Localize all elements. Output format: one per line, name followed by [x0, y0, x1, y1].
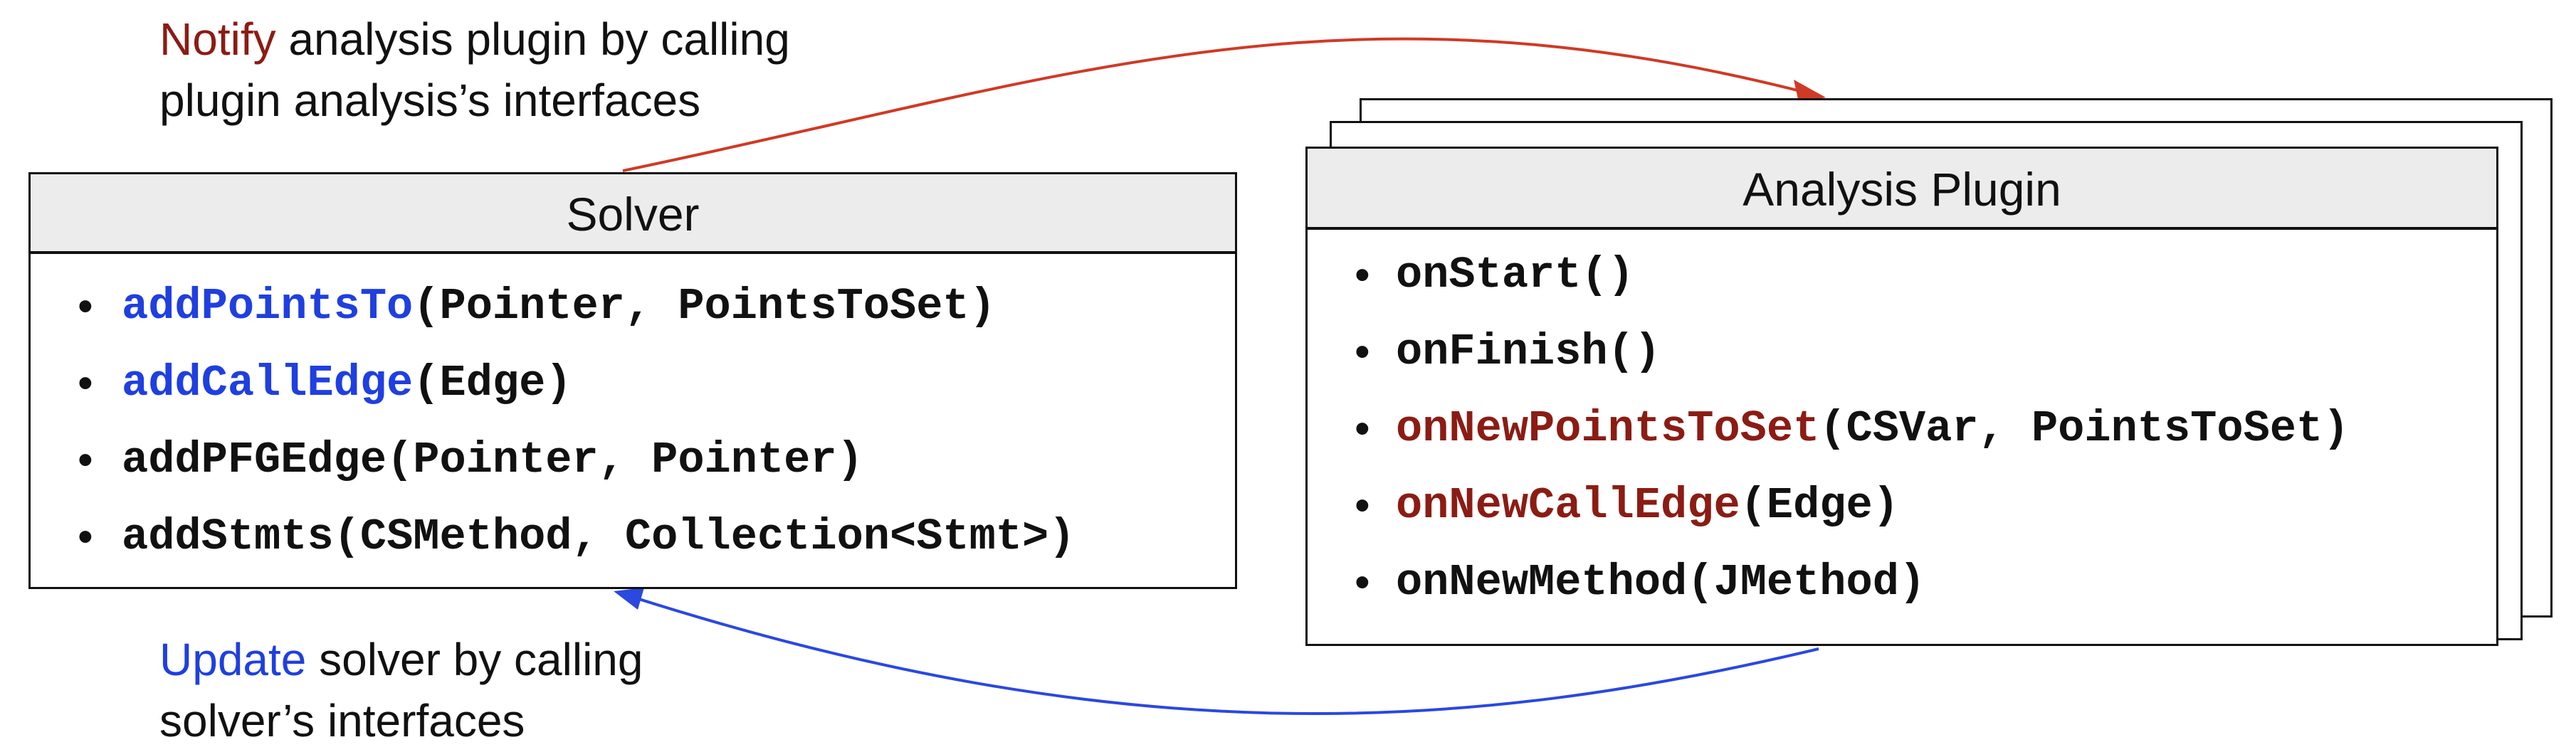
update-caption-line2: solver’s interfaces: [159, 695, 525, 746]
update-caption-line1: Update solver by calling: [159, 629, 643, 690]
solver-method-item: • addPointsTo(Pointer, PointsToSet): [78, 268, 1235, 345]
bullet-icon: •: [1355, 404, 1370, 453]
method-name: addCallEdge: [122, 358, 414, 408]
method-args: (Edge): [1740, 480, 1899, 531]
bullet-icon: •: [78, 435, 93, 484]
bullet-icon: •: [1355, 481, 1370, 530]
analysis-plugin-box: Analysis Plugin • onStart() • onFinish() •…: [1305, 147, 2498, 646]
plugin-method-item: • onNewMethod(JMethod): [1355, 544, 2496, 621]
bullet-icon: •: [1355, 327, 1370, 376]
method-args: (Pointer, PointsToSet): [413, 281, 996, 332]
bullet-icon: •: [78, 282, 93, 331]
method-name: addPointsTo: [122, 281, 414, 332]
method-args: (): [1607, 327, 1661, 377]
method-args: (): [1581, 250, 1634, 300]
plugin-method-item: • onNewCallEdge(Edge): [1355, 467, 2496, 544]
method-name: addStmts: [122, 512, 334, 562]
update-keyword: Update: [159, 634, 307, 685]
method-name: addPFGEdge: [122, 435, 387, 485]
method-name: onNewMethod: [1396, 557, 1688, 608]
bullet-icon: •: [1355, 250, 1370, 300]
plugin-method-list: • onStart() • onFinish() • onNewPointsToSet…: [1308, 230, 2496, 621]
bullet-icon: •: [1355, 558, 1370, 607]
method-name: onStart: [1396, 250, 1582, 300]
notify-caption-rest: analysis plugin by calling: [275, 14, 790, 65]
solver-method-item: • addStmts(CSMethod, Collection<Stmt>): [78, 499, 1235, 576]
method-name: onFinish: [1396, 327, 1608, 377]
plugin-method-item: • onFinish(): [1355, 314, 2496, 391]
notify-caption-line1: Notify analysis plugin by calling: [159, 9, 790, 70]
bullet-icon: •: [78, 512, 93, 561]
method-name: onNewCallEdge: [1396, 480, 1740, 531]
bullet-icon: •: [78, 359, 93, 408]
solver-title: Solver: [31, 174, 1235, 254]
solver-method-item: • addPFGEdge(Pointer, Pointer): [78, 422, 1235, 499]
solver-method-list: • addPointsTo(Pointer, PointsToSet) • addC…: [31, 254, 1235, 576]
update-caption-rest: solver by calling: [306, 634, 643, 685]
method-name: onNewPointsToSet: [1396, 403, 1820, 454]
plugin-method-item: • onNewPointsToSet(CSVar, PointsToSet): [1355, 391, 2496, 467]
update-caption: Update solver by calling solver’s interf…: [159, 629, 643, 751]
solver-box: Solver • addPointsTo(Pointer, PointsToSet…: [28, 172, 1237, 589]
notify-keyword: Notify: [159, 14, 276, 65]
notify-caption-line2: plugin analysis’s interfaces: [159, 75, 701, 126]
method-args: (JMethod): [1687, 557, 1926, 608]
plugin-method-item: • onStart(): [1355, 237, 2496, 314]
analysis-plugin-title: Analysis Plugin: [1308, 149, 2496, 230]
update-arrowhead: [614, 588, 644, 610]
method-args: (CSVar, PointsToSet): [1819, 403, 2350, 454]
method-args: (Pointer, Pointer): [387, 435, 863, 485]
method-args: (CSMethod, Collection<Stmt>): [333, 512, 1076, 562]
notify-caption: Notify analysis plugin by calling plugin…: [159, 9, 790, 131]
method-args: (Edge): [413, 358, 572, 408]
solver-method-item: • addCallEdge(Edge): [78, 345, 1235, 422]
